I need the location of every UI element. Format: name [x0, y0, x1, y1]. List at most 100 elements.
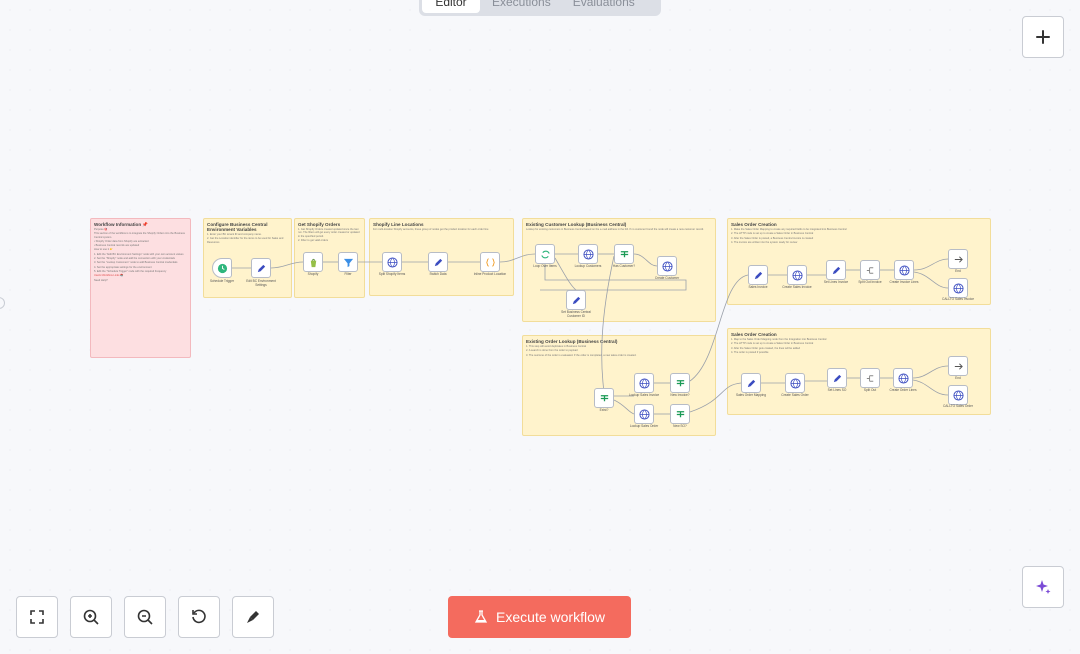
split-icon [866, 374, 873, 382]
sticky-line: 1. Edit the "Edit BC Environment Setting… [94, 252, 184, 256]
node-lookup-customers[interactable] [578, 244, 598, 264]
node-create-sales-invoice[interactable] [787, 265, 807, 285]
plus-icon [1036, 30, 1050, 44]
arrow-icon [954, 255, 963, 263]
globe-icon [898, 264, 910, 276]
node-label: Sales Order Mapping [735, 393, 767, 397]
node-create-customer[interactable] [657, 256, 677, 276]
sticky-line: 5. Edit the "Schedule Trigger" node with… [94, 269, 167, 273]
node-filter[interactable] [338, 252, 358, 272]
add-node-button[interactable] [1022, 16, 1064, 58]
globe-icon [952, 389, 964, 401]
sticky-line: Purpose 🎯 [94, 228, 108, 231]
tab-evaluations[interactable]: Evaluations [563, 0, 645, 13]
node-label: Sales Invoice [748, 285, 768, 289]
reset-zoom-button[interactable] [178, 596, 220, 638]
sticky-line: 1. Get Shopify Orders created updated si… [298, 228, 360, 238]
node-label: CALLTO Sales Invoice [942, 297, 974, 301]
tab-executions[interactable]: Executions [482, 0, 561, 13]
node-loop-over-items[interactable] [535, 244, 555, 264]
sticky-existing-customer-lookup[interactable]: Existing Customer Lookup (Business Centr… [522, 218, 716, 322]
pencil-icon [832, 266, 840, 274]
pencil-icon [434, 258, 442, 266]
node-create-sales-order[interactable] [785, 373, 805, 393]
globe-icon [789, 377, 801, 389]
ai-assistant-button[interactable] [1022, 566, 1064, 608]
globe-icon [638, 408, 650, 420]
node-callto-sales-invoice[interactable] [948, 278, 968, 298]
node-label: Inline Product Location [473, 272, 507, 276]
node-has-customer[interactable] [614, 244, 634, 264]
sticky-workflow-information[interactable]: Workflow Information 📌 Purpose 🎯 This se… [90, 218, 191, 358]
node-split-shopify-items[interactable] [382, 252, 402, 272]
pencil-icon [257, 264, 265, 272]
zoom-in-button[interactable] [70, 596, 112, 638]
loop-icon [540, 250, 550, 258]
sticky-line: • Business Central records are updated [94, 244, 140, 248]
node-switch-data[interactable] [428, 252, 448, 272]
sticky-title: Configure Business Central Environment V… [207, 222, 268, 232]
node-schedule-trigger[interactable] [212, 258, 232, 278]
node-sales-invoice[interactable] [748, 265, 768, 285]
sticky-line: • Shopify Order data from Shopify are ex… [94, 239, 149, 243]
node-set-lines-invoice[interactable] [826, 260, 846, 280]
sticky-title: Sales Order Creation [731, 222, 777, 227]
sticky-title: Sales Order Creation [731, 332, 777, 337]
node-sales-order-mapping[interactable] [741, 373, 761, 393]
node-create-invoice-lines[interactable] [894, 260, 914, 280]
tab-editor[interactable]: Editor [422, 0, 480, 13]
node-exist[interactable] [594, 388, 614, 408]
node-label: Create Customer [654, 276, 680, 280]
sticky-title: Get Shopify Orders [298, 222, 341, 227]
node-lookup-sales-invoice[interactable] [634, 373, 654, 393]
sticky-line: 4. The order is posted if possible [731, 350, 769, 354]
node-callto-sales-order[interactable] [948, 385, 968, 405]
split-icon [866, 266, 873, 274]
globe-icon [638, 377, 650, 389]
fit-view-button[interactable] [16, 596, 58, 638]
sticky-line: 3. After the Sales Order gets created, t… [731, 346, 801, 350]
node-shopify[interactable] [303, 252, 323, 272]
node-label: Edit BC Environment Settings [246, 279, 276, 287]
sticky-line: Need Help? [94, 278, 108, 282]
node-end-invoice[interactable] [948, 249, 968, 269]
node-set-bc-customer-id[interactable] [566, 290, 586, 310]
node-split-out[interactable] [860, 368, 880, 388]
sticky-line: 2. Filter to get valid orders [298, 238, 328, 242]
tidy-up-button[interactable] [232, 596, 274, 638]
sticky-line: 2. A search is done from the order to pa… [526, 349, 578, 353]
node-split-out-invoice[interactable] [860, 260, 880, 280]
node-label: Set Lines Invoice [823, 280, 849, 284]
node-label: Create Sales Order [781, 393, 809, 397]
globe-icon [582, 248, 594, 260]
node-end-order[interactable] [948, 356, 968, 376]
node-label: Exist? [599, 408, 609, 412]
sticky-line: 4. Set the appropriate settings for the … [94, 265, 152, 269]
sparkle-icon [1036, 580, 1051, 594]
zoom-out-button[interactable] [124, 596, 166, 638]
node-new-invoice[interactable] [670, 373, 690, 393]
node-label: Split Shopify Items [378, 272, 406, 276]
tidy-up-icon [247, 611, 259, 623]
sticky-line: 3. Set the "Lookup Customers" node to ad… [94, 261, 178, 265]
execute-workflow-label: Execute workflow [496, 609, 605, 625]
node-create-order-lines[interactable] [893, 368, 913, 388]
pencil-icon [754, 271, 762, 279]
node-edit-bc-env-settings[interactable] [251, 258, 271, 278]
zoom-out-icon [137, 609, 153, 625]
node-inline-product-location[interactable] [480, 252, 500, 272]
sticky-title: Shopify Line Locations [373, 222, 424, 227]
node-label: Shopify [307, 272, 319, 276]
node-set-lines-so[interactable] [827, 368, 847, 388]
node-lookup-sales-order[interactable] [634, 404, 654, 424]
sticky-line: 1. Make the Sales Order Mapping to creat… [731, 228, 847, 231]
node-new-so[interactable] [670, 404, 690, 424]
sticky-line: 2. The HTTP node is set up to create a S… [731, 232, 814, 236]
sticky-line: Lookup for existing customers in Busines… [526, 228, 704, 231]
node-label: Switch Data [429, 272, 447, 276]
node-label: Create Invoice Lines [889, 280, 919, 284]
sticky-title: Existing Customer Lookup (Business Centr… [526, 222, 627, 227]
execute-workflow-button[interactable]: Execute workflow [448, 596, 631, 638]
sticky-line: Useful Workflow Links 📚 [94, 274, 124, 278]
clock-icon [217, 263, 227, 273]
